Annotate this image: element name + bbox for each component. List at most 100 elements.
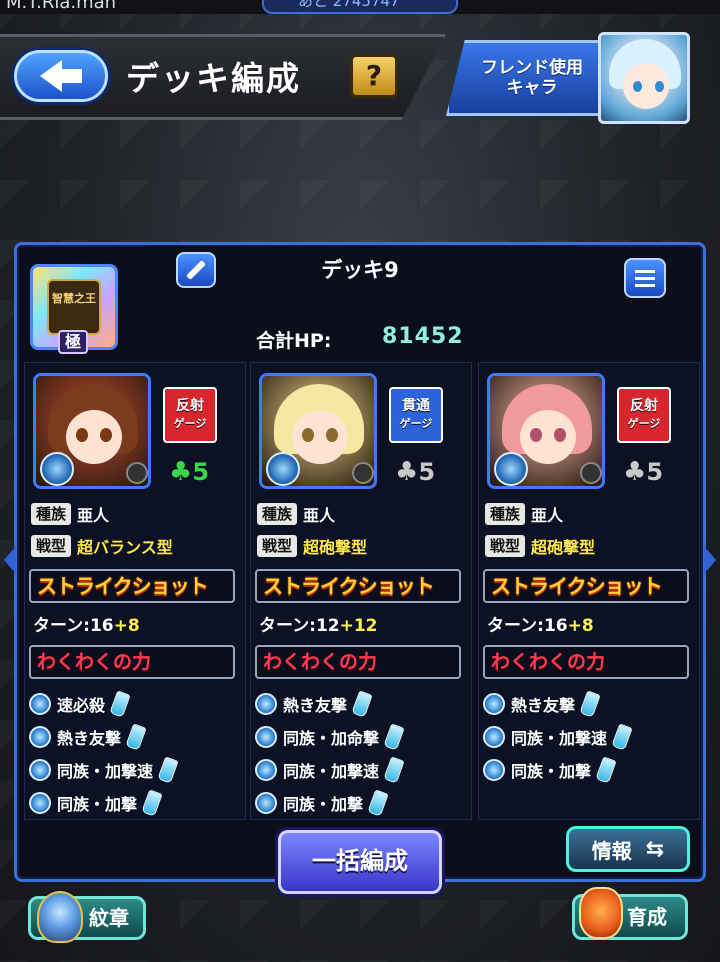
strike-shot-box[interactable]: ストライクショット: [483, 569, 689, 603]
pencil-icon: [186, 260, 206, 280]
type-value: 超バランス型: [77, 538, 173, 557]
luck-number: 5: [192, 458, 210, 486]
turn-count: ターン:16+8: [33, 611, 140, 636]
ability-icon: [29, 693, 51, 715]
character-card[interactable]: 反射 ゲージ ♣5 種族 亜人 戦型 超砲撃型 ストライクショット ターン:16+8 わくわくの力…: [478, 362, 700, 820]
gauge-line2: ゲージ: [627, 417, 661, 430]
potion-bottle-icon: [383, 756, 405, 784]
ability-label: 同族・加撃: [511, 762, 592, 781]
type-row: 戦型 超砲撃型: [257, 533, 367, 559]
list-icon-line: [635, 283, 655, 287]
medal-icon: [40, 452, 74, 486]
character-portrait[interactable]: [259, 373, 377, 489]
info-toggle-button[interactable]: 情報 ⇆: [566, 826, 690, 872]
character-portrait[interactable]: [33, 373, 151, 489]
total-hp-value: 81452: [382, 324, 464, 349]
potion-bottle-icon: [351, 690, 373, 718]
luck-value: ♣5: [623, 457, 663, 487]
ability-label: 同族・加撃速: [511, 729, 608, 748]
character-eye-right: [326, 428, 338, 442]
list-icon: [635, 269, 655, 273]
emblem-button[interactable]: 紋章: [28, 891, 146, 943]
ability-icon: [255, 759, 277, 781]
total-hp-label: 合計HP:: [256, 330, 332, 352]
swap-icon: ⇆: [645, 836, 665, 862]
potion-bottle-icon: [383, 723, 405, 751]
emblem-label: 智慧之王: [47, 279, 101, 335]
clover-icon: ♣: [169, 457, 193, 487]
ability-icon: [483, 726, 505, 748]
next-deck-arrow-icon[interactable]: [704, 546, 716, 574]
ability-icon: [255, 792, 277, 814]
ability-icon: [29, 792, 51, 814]
gauge-badge: 反射 ゲージ: [163, 387, 217, 443]
grow-button[interactable]: 育成: [572, 887, 688, 940]
strike-shot-box[interactable]: ストライクショット: [29, 569, 235, 603]
ability-icon: [29, 759, 51, 781]
list-icon-line: [635, 276, 655, 280]
friend-character-button[interactable]: フレンド使用 キャラ: [446, 40, 602, 116]
type-row: 戦型 超砲撃型: [485, 533, 595, 559]
character-eye-left: [302, 428, 314, 442]
friend-avatar[interactable]: [598, 32, 690, 124]
character-card[interactable]: 反射 ゲージ ♣5 種族 亜人 戦型 超バランス型 ストライクショット ターン:16+8 わくわく…: [24, 362, 246, 820]
deck-list-button[interactable]: [624, 258, 666, 298]
race-row: 種族 亜人: [485, 501, 563, 527]
character-eye-left: [76, 428, 88, 442]
ability-label: 熱き友撃: [283, 696, 348, 715]
waku-power-box[interactable]: わくわくの力: [29, 645, 235, 679]
character-face: [66, 410, 122, 464]
luck-value: ♣5: [395, 457, 435, 487]
luck-number: 5: [646, 458, 664, 486]
turn-count: ターン:16+8: [487, 611, 594, 636]
ability-icon: [29, 726, 51, 748]
ability-label: 熱き友撃: [57, 729, 122, 748]
character-card[interactable]: 貫通 ゲージ ♣5 種族 亜人戦型 超砲撃型ストライクショットターン:12+12 わくわくの…: [250, 362, 472, 820]
ability-label: 同族・加命撃: [283, 729, 380, 748]
character-eye-right: [554, 428, 566, 442]
friend-button-line2: キャラ: [506, 78, 558, 98]
potion-bottle-icon: [367, 789, 389, 817]
help-button[interactable]: ?: [350, 54, 398, 98]
emblem-crest-icon: [37, 891, 83, 943]
edit-deck-name-button[interactable]: [176, 252, 216, 288]
deck-name: デッキ9: [321, 258, 399, 282]
race-value: 亜人: [531, 506, 564, 525]
lock-icon: [580, 462, 602, 484]
back-arrow-icon: [40, 60, 82, 92]
strike-shot-box[interactable]: ストライクショット: [255, 569, 461, 603]
race-value: 亜人: [77, 506, 110, 525]
ability-row: 熱き友撃: [483, 690, 601, 718]
gauge-badge: 貫通 ゲージ: [389, 387, 443, 443]
type-tag: 戦型: [257, 535, 298, 557]
back-button[interactable]: [14, 50, 108, 102]
clover-icon: ♣: [395, 457, 419, 487]
turn-plus: +8: [567, 616, 594, 636]
waku-power-box[interactable]: わくわくの力: [255, 645, 461, 679]
potion-bottle-icon: [125, 723, 147, 751]
character-portrait[interactable]: [487, 373, 605, 489]
character-face: [520, 410, 576, 464]
ability-label: 同族・加撃速: [57, 762, 154, 781]
remaining-exp: あと 2745747: [298, 0, 400, 10]
potion-bottle-icon: [109, 690, 131, 718]
lock-icon: [126, 462, 148, 484]
ability-row: 同族・加撃: [255, 789, 389, 817]
grow-button-label: 育成: [627, 905, 667, 929]
turn-plus: +12: [339, 616, 378, 636]
ability-row: 熱き友撃: [255, 690, 373, 718]
prev-deck-arrow-icon[interactable]: [4, 546, 16, 574]
gauge-line2: ゲージ: [173, 417, 207, 430]
turn-count: ターン:12+12: [259, 611, 378, 636]
bulk-edit-button[interactable]: 一括編成: [278, 830, 442, 894]
ability-icon: [255, 693, 277, 715]
ability-icon: [255, 726, 277, 748]
turn-label: ターン:16: [487, 616, 568, 636]
gauge-line2: ゲージ: [399, 417, 433, 430]
waku-power-box[interactable]: わくわくの力: [483, 645, 689, 679]
top-status-bar: M.T.Ria.man あと 2745747: [0, 0, 720, 14]
race-row: 種族 亜人: [257, 501, 335, 527]
turn-label: ターン:16: [33, 616, 114, 636]
turn-label: ターン:12: [259, 616, 340, 636]
ability-label: 同族・加撃: [283, 795, 364, 814]
